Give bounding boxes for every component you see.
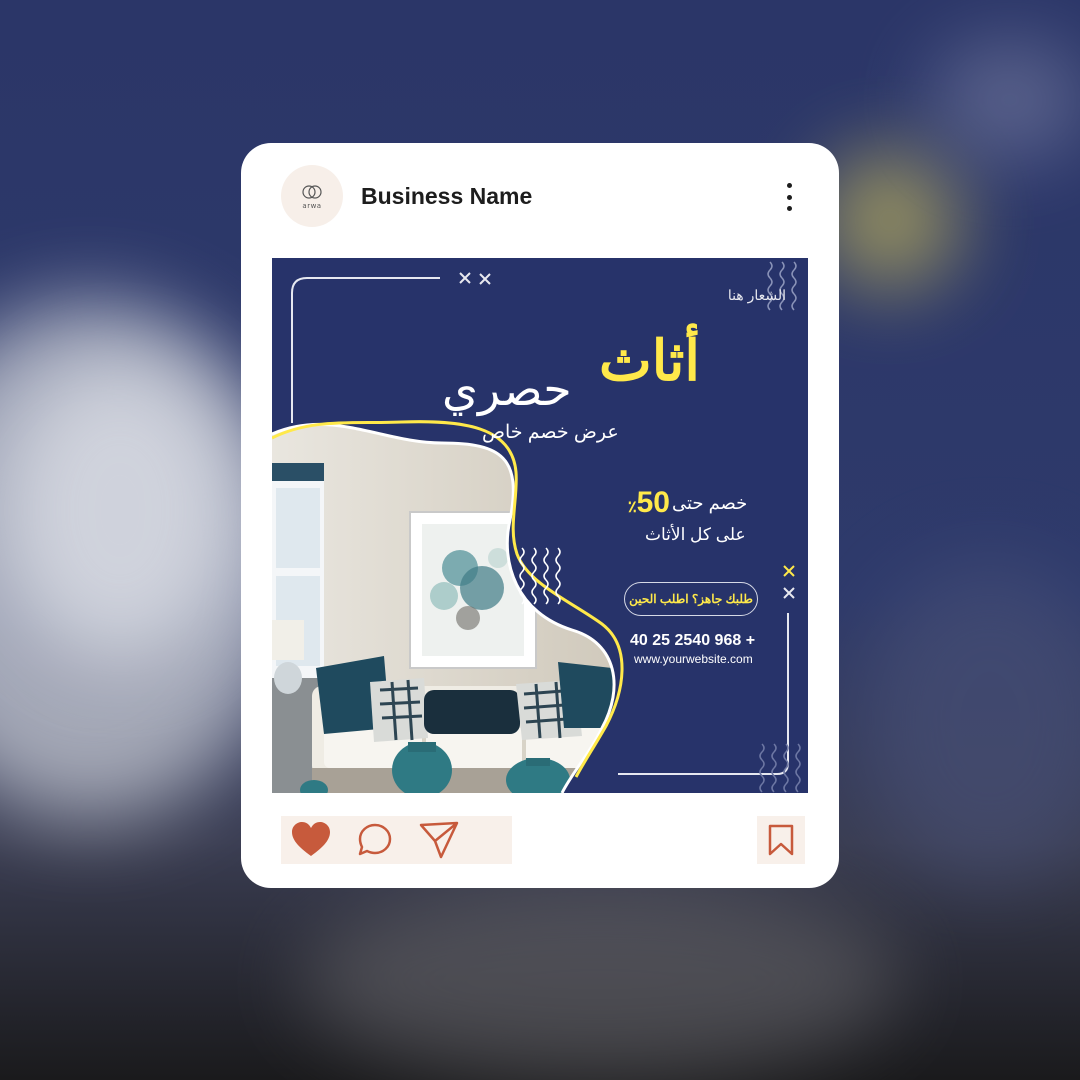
business-name[interactable]: Business Name — [361, 183, 532, 210]
order-now-button[interactable]: طلبك جاهز؟ اطلب الحين — [624, 582, 758, 616]
living-room-photo — [272, 424, 615, 793]
share-icon[interactable] — [419, 820, 459, 860]
discount-number: 50 — [636, 486, 670, 519]
post-actions — [281, 816, 512, 864]
special-offer-text: عرض خصم خاص — [482, 422, 619, 443]
brand-logo-icon — [302, 184, 322, 199]
phone-number: + 968 2540 25 40 — [630, 632, 756, 649]
post-image-ad[interactable]: الشعار هنا أثاث حصري عرض خصم خاص خصم حتى… — [272, 258, 808, 793]
x-marks-right — [783, 565, 795, 599]
comment-icon[interactable] — [355, 820, 395, 860]
avatar[interactable]: arwa — [281, 165, 343, 227]
squiggle-pattern-bottom-right — [759, 743, 801, 793]
website-url[interactable]: www.yourwebsite.com — [634, 652, 753, 666]
social-post-card: arwa Business Name الشعار هنا أثاث حصري … — [241, 143, 839, 888]
avatar-logo-text: arwa — [302, 201, 322, 210]
discount-value: ٪50 — [628, 486, 670, 520]
more-options-icon[interactable] — [781, 183, 797, 211]
headline-furniture: أثاث — [599, 329, 700, 392]
logo-placeholder-text: الشعار هنا — [727, 287, 786, 303]
squiggle-pattern-middle — [519, 547, 561, 605]
heart-icon[interactable] — [291, 820, 331, 860]
discount-all-furniture: على كل الأثاث — [645, 525, 746, 544]
x-marks-top — [459, 272, 491, 285]
headline-exclusive: حصري — [442, 363, 572, 415]
discount-prefix: خصم حتى — [672, 493, 748, 513]
bookmark-icon[interactable] — [757, 816, 805, 864]
discount-unit: ٪ — [628, 499, 637, 516]
